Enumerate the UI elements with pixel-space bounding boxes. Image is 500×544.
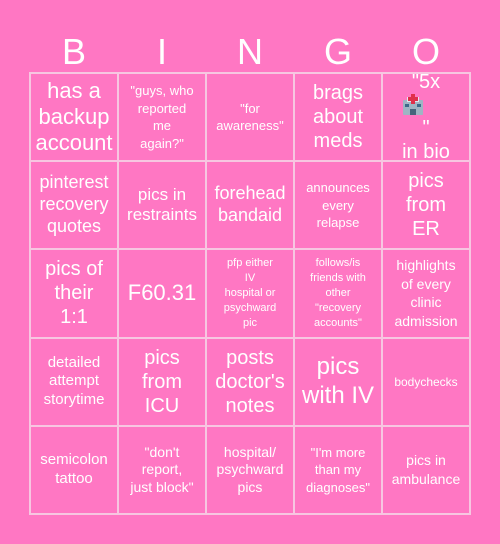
hospital-icon — [402, 94, 424, 116]
bingo-cell[interactable]: posts doctor's notes — [206, 337, 294, 426]
bingo-header: B I N G O — [30, 28, 470, 72]
cell-text: F60.31 — [127, 280, 197, 306]
cell-text: forehead bandaid — [214, 183, 286, 226]
bingo-cell[interactable]: "guys, who reported me again?" — [118, 73, 206, 162]
cell-text: pics from ER — [406, 170, 446, 241]
bingo-cell[interactable]: "for awareness" — [206, 73, 294, 162]
cell-text: highlights of every clinic admission — [394, 256, 458, 330]
cell-text: "don't report, just block" — [130, 443, 194, 495]
bingo-cell[interactable]: pics in ambulance — [382, 425, 470, 514]
bingo-cell[interactable]: "don't report, just block" — [118, 425, 206, 514]
cell-text: pfp either IV hospital or psychward pic — [223, 257, 277, 329]
bingo-card-grid: has a backup account "guys, who reported… — [29, 72, 471, 515]
cell-text: semicolon tattoo — [40, 451, 108, 487]
cell-text: hospital/ psychward pics — [216, 443, 284, 495]
cell-text: detailed attempt storytime — [43, 353, 105, 409]
bingo-cell[interactable]: pics from ICU — [118, 337, 206, 426]
cell-text: "5x " in bio — [402, 73, 450, 162]
bingo-cell[interactable]: follows/is friends with other "recovery … — [294, 249, 382, 338]
cell-text: "guys, who reported me again?" — [130, 83, 194, 151]
bingo-cell[interactable]: highlights of every clinic admission — [382, 249, 470, 338]
cell-text: pics of their 1:1 — [45, 258, 103, 329]
bingo-cell[interactable]: pfp either IV hospital or psychward pic — [206, 249, 294, 338]
bingo-cell[interactable]: pics with IV — [294, 337, 382, 426]
bingo-cell[interactable]: forehead bandaid — [206, 161, 294, 250]
bingo-cell[interactable]: bodychecks — [382, 337, 470, 426]
bingo-cell[interactable]: pics from ER — [382, 161, 470, 250]
bingo-cell[interactable]: "I'm more than my diagnoses" — [294, 425, 382, 514]
cell-text: follows/is friends with other "recovery … — [310, 257, 366, 329]
header-letter-n: N — [237, 31, 263, 72]
bingo-cell[interactable]: F60.31 — [118, 249, 206, 338]
cell-text: "for awareness" — [216, 100, 284, 134]
cell-text: announces every relapse — [306, 179, 370, 231]
cell-text: "I'm more than my diagnoses" — [306, 444, 370, 495]
bingo-cell[interactable]: pics in restraints — [118, 161, 206, 250]
cell-text: has a backup account — [35, 77, 113, 156]
bingo-cell[interactable]: announces every relapse — [294, 161, 382, 250]
bingo-cell[interactable]: "5x " in bio — [382, 73, 470, 162]
bingo-cell[interactable]: brags about meds — [294, 73, 382, 162]
bingo-cell[interactable]: pinterest recovery quotes — [30, 161, 118, 250]
cell-text: pics in restraints — [127, 184, 197, 225]
cell-text: brags about meds — [312, 82, 364, 153]
cell-text: pinterest recovery quotes — [39, 172, 109, 237]
bingo-cell[interactable]: pics of their 1:1 — [30, 249, 118, 338]
bingo-cell[interactable]: has a backup account — [30, 73, 118, 162]
cell-text: bodychecks — [394, 374, 458, 389]
header-letter-o: O — [411, 31, 440, 72]
cell-text: posts doctor's notes — [215, 346, 285, 417]
cell-text: pics with IV — [301, 352, 375, 409]
header-letter-g: G — [323, 31, 352, 72]
bingo-cell[interactable]: hospital/ psychward pics — [206, 425, 294, 514]
cell-text: pics from ICU — [142, 346, 182, 417]
bingo-cell[interactable]: detailed attempt storytime — [30, 337, 118, 426]
header-letter-i: I — [156, 31, 167, 72]
header-letter-b: B — [61, 31, 86, 72]
bingo-cell[interactable]: semicolon tattoo — [30, 425, 118, 514]
cell-text: pics in ambulance — [391, 452, 461, 487]
